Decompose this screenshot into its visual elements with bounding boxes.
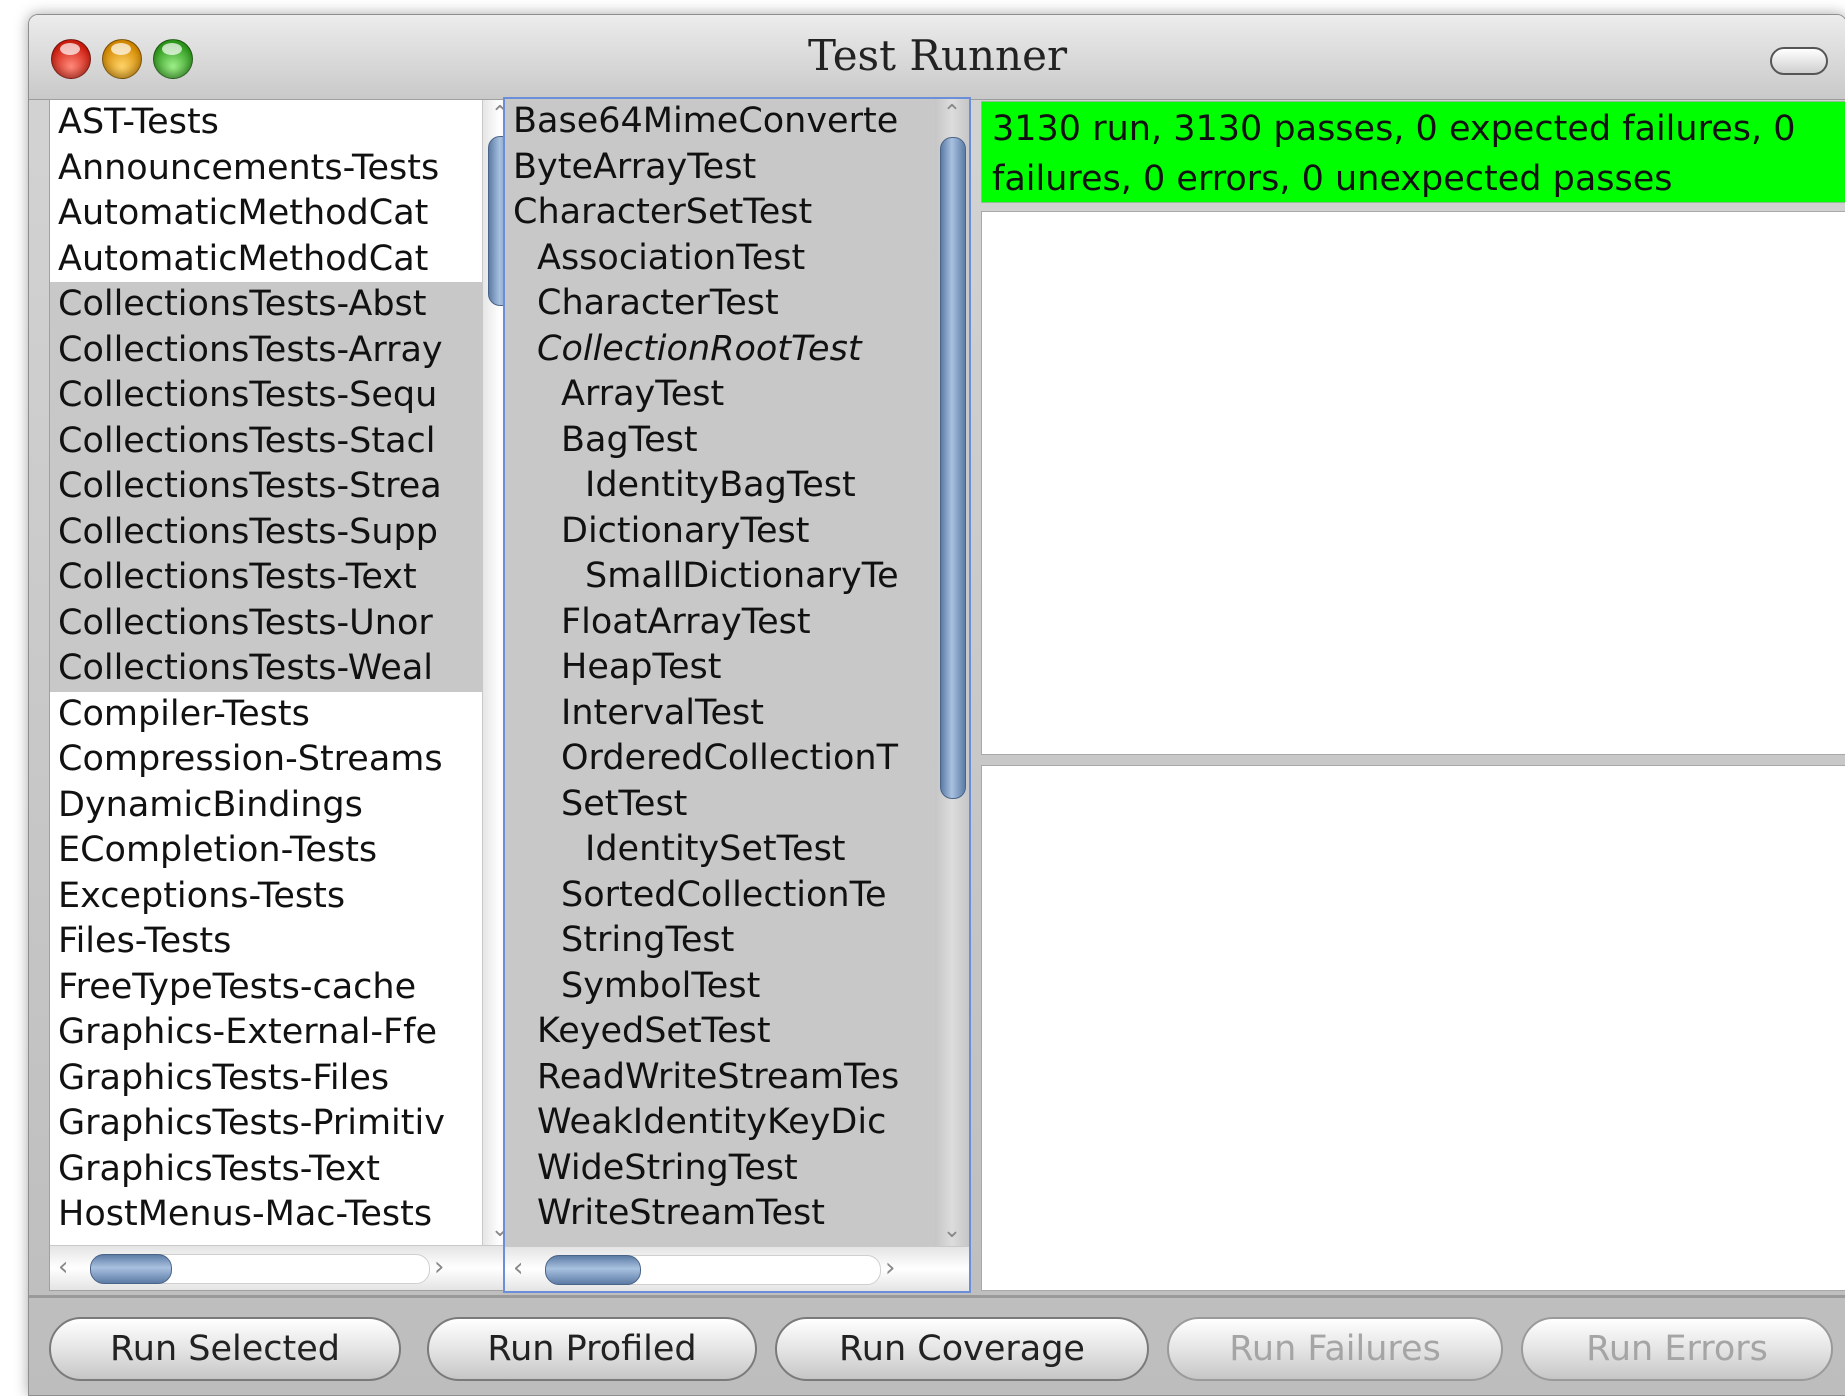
- category-item[interactable]: CollectionsTests-Array: [50, 327, 483, 373]
- run-failures-button[interactable]: Run Failures: [1167, 1317, 1503, 1381]
- run-profiled-button[interactable]: Run Profiled: [427, 1317, 757, 1381]
- run-errors-button[interactable]: Run Errors: [1521, 1317, 1833, 1381]
- title-bar[interactable]: Test Runner: [29, 15, 1845, 100]
- class-horizontal-thumb[interactable]: [545, 1255, 641, 1285]
- class-item[interactable]: BagTest: [505, 418, 935, 464]
- scroll-right-arrow-icon[interactable]: ›: [885, 1253, 895, 1283]
- class-list[interactable]: Base64MimeConverte ByteArrayTest Character…: [505, 99, 935, 1247]
- category-item[interactable]: Compiler-Tests: [50, 692, 483, 738]
- failures-list[interactable]: [981, 211, 1845, 755]
- category-item[interactable]: CollectionsTests-Text: [50, 555, 483, 601]
- class-item[interactable]: SmallDictionaryTe: [505, 554, 935, 600]
- class-item[interactable]: SetTest: [505, 782, 935, 828]
- category-item[interactable]: GraphicsTests-Files: [50, 1056, 483, 1102]
- class-item[interactable]: FloatArrayTest: [505, 600, 935, 646]
- class-item[interactable]: StringTest: [505, 918, 935, 964]
- category-list[interactable]: AST-Tests Announcements-Tests AutomaticMet…: [50, 100, 483, 1246]
- category-item[interactable]: FreeTypeTests-cache: [50, 965, 483, 1011]
- class-item[interactable]: ByteArrayTest: [505, 145, 935, 191]
- scroll-up-arrow-icon[interactable]: ⌃: [935, 101, 969, 126]
- class-item[interactable]: IntervalTest: [505, 691, 935, 737]
- category-item[interactable]: GraphicsTests-Text: [50, 1147, 483, 1193]
- class-item[interactable]: SortedCollectionTe: [505, 873, 935, 919]
- button-bar-divider: [29, 1295, 1845, 1298]
- scroll-down-arrow-icon[interactable]: ⌄: [935, 1218, 969, 1243]
- category-list-pane[interactable]: AST-Tests Announcements-Tests AutomaticMet…: [49, 99, 518, 1291]
- category-item[interactable]: CollectionsTests-Abst: [50, 282, 483, 328]
- class-item[interactable]: WideStringTest: [505, 1146, 935, 1192]
- run-coverage-button[interactable]: Run Coverage: [775, 1317, 1149, 1381]
- scroll-right-arrow-icon[interactable]: ›: [434, 1252, 444, 1282]
- category-item[interactable]: CollectionsTests-Sequ: [50, 373, 483, 419]
- category-item[interactable]: Files-Tests: [50, 919, 483, 965]
- class-item[interactable]: ArrayTest: [505, 372, 935, 418]
- category-item[interactable]: CollectionsTests-Supp: [50, 509, 483, 555]
- class-item[interactable]: CharacterTest: [505, 281, 935, 327]
- category-item[interactable]: AutomaticMethodCat: [50, 191, 483, 237]
- class-item[interactable]: WeakIdentityKeyDic: [505, 1100, 935, 1146]
- class-item[interactable]: DictionaryTest: [505, 509, 935, 555]
- category-horizontal-scrollbar[interactable]: ‹ ›: [50, 1245, 517, 1290]
- class-item[interactable]: KeyedSetTest: [505, 1009, 935, 1055]
- class-item[interactable]: WriteStreamTest: [505, 1191, 935, 1237]
- category-item[interactable]: GraphicsTests-Primitiv: [50, 1101, 483, 1147]
- scroll-left-arrow-icon[interactable]: ‹: [513, 1253, 523, 1283]
- category-item[interactable]: Graphics-External-Ffe: [50, 1010, 483, 1056]
- category-item[interactable]: CollectionsTests-Stacl: [50, 418, 483, 464]
- category-item[interactable]: CollectionsTests-Weal: [50, 646, 483, 692]
- class-item[interactable]: HeapTest: [505, 645, 935, 691]
- category-item[interactable]: ECompletion-Tests: [50, 828, 483, 874]
- test-runner-window: Test Runner AST-Tests Announcements-Tests…: [28, 14, 1845, 1396]
- class-list-pane[interactable]: Base64MimeConverte ByteArrayTest Character…: [503, 97, 971, 1293]
- category-item[interactable]: Compression-Streams: [50, 737, 483, 783]
- class-item[interactable]: CollectionRootTest: [505, 327, 935, 373]
- run-selected-button[interactable]: Run Selected: [49, 1317, 401, 1381]
- category-item[interactable]: CollectionsTests-Strea: [50, 464, 483, 510]
- class-scroll-thumb[interactable]: [940, 137, 966, 799]
- class-item[interactable]: AssociationTest: [505, 236, 935, 282]
- class-item[interactable]: Base64MimeConverte: [505, 99, 935, 145]
- toolbar-toggle-button[interactable]: [1770, 47, 1828, 75]
- test-status-bar: 3130 run, 3130 passes, 0 expected failur…: [981, 101, 1845, 203]
- class-item[interactable]: ReadWriteStreamTes: [505, 1055, 935, 1101]
- category-item[interactable]: Announcements-Tests: [50, 146, 483, 192]
- category-item[interactable]: AutomaticMethodCat: [50, 237, 483, 283]
- class-vertical-scrollbar[interactable]: ⌃ ⌄: [934, 99, 969, 1247]
- category-item[interactable]: AST-Tests: [50, 100, 483, 146]
- category-item[interactable]: DynamicBindings: [50, 783, 483, 829]
- scroll-left-arrow-icon[interactable]: ‹: [58, 1252, 68, 1282]
- category-item[interactable]: CollectionsTests-Unor: [50, 600, 483, 646]
- class-item[interactable]: CharacterSetTest: [505, 190, 935, 236]
- class-horizontal-scrollbar[interactable]: ‹ ›: [505, 1246, 969, 1291]
- errors-list[interactable]: [981, 765, 1845, 1291]
- class-item[interactable]: IdentitySetTest: [505, 827, 935, 873]
- class-item[interactable]: IdentityBagTest: [505, 463, 935, 509]
- category-horizontal-thumb[interactable]: [90, 1254, 172, 1284]
- class-item[interactable]: SymbolTest: [505, 964, 935, 1010]
- window-title: Test Runner: [807, 31, 1068, 80]
- category-item[interactable]: HostMenus-Mac-Tests: [50, 1192, 483, 1238]
- class-item[interactable]: OrderedCollectionT: [505, 736, 935, 782]
- category-item[interactable]: Exceptions-Tests: [50, 874, 483, 920]
